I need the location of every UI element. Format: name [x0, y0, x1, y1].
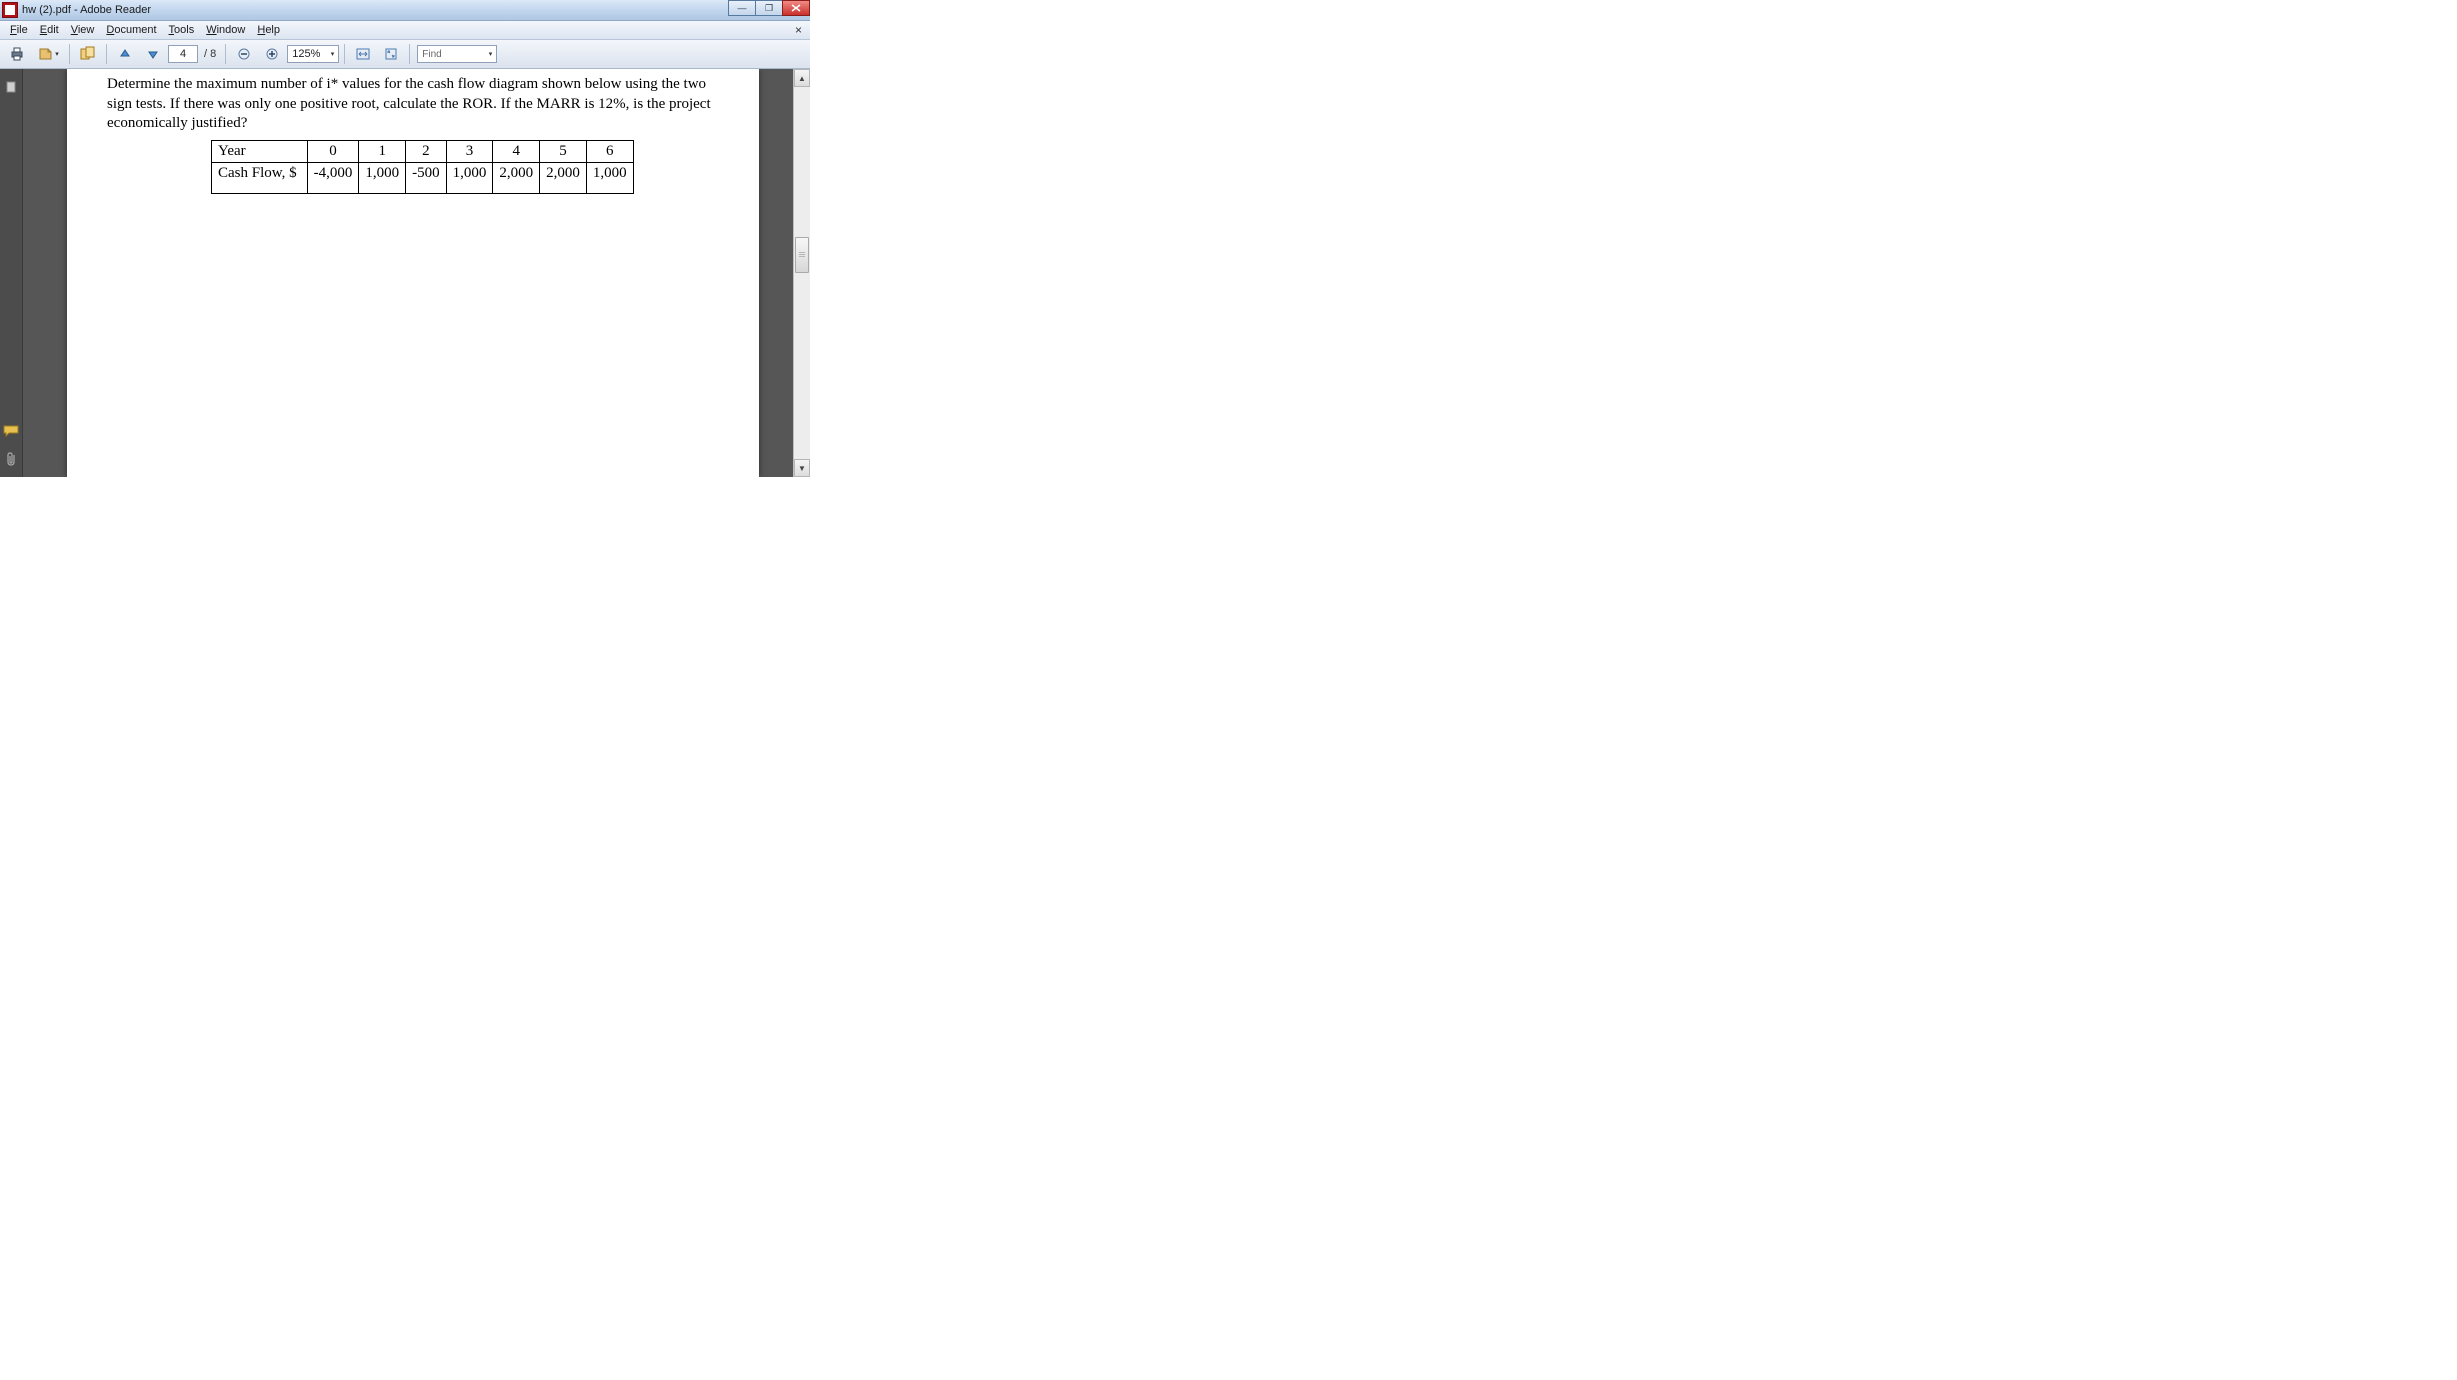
- menu-edit[interactable]: Edit: [34, 22, 65, 38]
- dropdown-icon: ▾: [489, 50, 493, 58]
- menu-window[interactable]: Window: [200, 22, 251, 38]
- separator: [409, 44, 410, 64]
- problem-text: Determine the maximum number of i* value…: [107, 75, 719, 134]
- zoom-out-button[interactable]: [231, 42, 257, 66]
- fit-page-icon: [383, 47, 399, 61]
- header-3: 3: [446, 140, 493, 163]
- separator: [225, 44, 226, 64]
- cell-1: 1,000: [359, 163, 406, 194]
- document-area: Determine the maximum number of i* value…: [0, 69, 810, 477]
- menu-bar: File Edit View Document Tools Window Hel…: [0, 21, 810, 40]
- header-0: 0: [307, 140, 359, 163]
- header-1: 1: [359, 140, 406, 163]
- printer-icon: [9, 46, 25, 62]
- speech-bubble-icon: [3, 425, 19, 437]
- cell-2: -500: [406, 163, 447, 194]
- table-header-row: Year 0 1 2 3 4 5 6: [212, 140, 634, 163]
- separator: [106, 44, 107, 64]
- find-placeholder: Find: [422, 49, 441, 60]
- close-document-button[interactable]: ×: [791, 23, 806, 37]
- adobe-reader-icon: [2, 2, 18, 18]
- page-total-label: / 8: [204, 48, 216, 60]
- scroll-up-button[interactable]: ▲: [794, 69, 810, 87]
- window-title: hw (2).pdf - Adobe Reader: [22, 4, 151, 16]
- app-window: hw (2).pdf - Adobe Reader — ❐ File Edit …: [0, 0, 810, 477]
- navigation-panel: [0, 69, 23, 477]
- attachments-panel-button[interactable]: [3, 451, 19, 467]
- cell-5: 2,000: [540, 163, 587, 194]
- minus-circle-icon: [237, 47, 251, 61]
- arrow-up-icon: [118, 47, 132, 61]
- header-4: 4: [493, 140, 540, 163]
- header-year: Year: [212, 140, 308, 163]
- table-data-row: Cash Flow, $ -4,000 1,000 -500 1,000 2,0…: [212, 163, 634, 194]
- page-number-input[interactable]: 4: [168, 45, 198, 63]
- cash-flow-table: Year 0 1 2 3 4 5 6 Cash Flow, $ -4,000: [211, 140, 634, 195]
- previous-page-button[interactable]: [112, 42, 138, 66]
- fit-width-button[interactable]: [350, 42, 376, 66]
- zoom-select[interactable]: 125% ▾: [287, 45, 339, 63]
- page-content: Determine the maximum number of i* value…: [67, 69, 759, 214]
- dropdown-icon: ▾: [331, 50, 335, 58]
- scroll-down-button[interactable]: ▼: [794, 459, 810, 477]
- vertical-scrollbar[interactable]: ▲ ▼: [793, 69, 810, 477]
- cell-0: -4,000: [307, 163, 359, 194]
- toolbar: ▾ 4 / 8: [0, 40, 810, 69]
- close-button[interactable]: [782, 0, 810, 16]
- fit-page-button[interactable]: [378, 42, 404, 66]
- row-label: Cash Flow, $: [212, 163, 308, 194]
- zoom-value: 125%: [292, 48, 320, 60]
- page-thumbnails-icon: [4, 80, 18, 94]
- menu-tools[interactable]: Tools: [163, 22, 201, 38]
- next-page-button[interactable]: [140, 42, 166, 66]
- menu-document[interactable]: Document: [100, 22, 162, 38]
- paperclip-icon: [4, 451, 18, 467]
- scroll-track[interactable]: [794, 87, 810, 459]
- cell-4: 2,000: [493, 163, 540, 194]
- pdf-page: Determine the maximum number of i* value…: [67, 69, 759, 477]
- comments-panel-button[interactable]: [3, 423, 19, 439]
- cell-3: 1,000: [446, 163, 493, 194]
- separator: [69, 44, 70, 64]
- page-viewport[interactable]: Determine the maximum number of i* value…: [23, 69, 793, 477]
- menu-help[interactable]: Help: [251, 22, 286, 38]
- pages-icon: [79, 46, 97, 62]
- menu-view[interactable]: View: [65, 22, 101, 38]
- find-input[interactable]: Find ▾: [417, 45, 497, 63]
- cell-6: 1,000: [586, 163, 633, 194]
- dropdown-icon: ▾: [55, 50, 59, 58]
- header-5: 5: [540, 140, 587, 163]
- email-button[interactable]: ▾: [32, 42, 64, 66]
- scroll-thumb[interactable]: [795, 237, 809, 273]
- menu-file[interactable]: File: [4, 22, 34, 38]
- separator: [344, 44, 345, 64]
- zoom-in-button[interactable]: [259, 42, 285, 66]
- window-controls: — ❐: [729, 0, 810, 16]
- print-button[interactable]: [4, 42, 30, 66]
- plus-circle-icon: [265, 47, 279, 61]
- paint-bucket-icon: [37, 47, 55, 61]
- header-2: 2: [406, 140, 447, 163]
- collaborate-button[interactable]: [75, 42, 101, 66]
- minimize-button[interactable]: —: [728, 0, 756, 16]
- maximize-button[interactable]: ❐: [755, 0, 783, 16]
- arrow-down-icon: [146, 47, 160, 61]
- header-6: 6: [586, 140, 633, 163]
- pages-panel-button[interactable]: [3, 79, 19, 95]
- fit-width-icon: [355, 47, 371, 61]
- title-bar: hw (2).pdf - Adobe Reader — ❐: [0, 0, 810, 21]
